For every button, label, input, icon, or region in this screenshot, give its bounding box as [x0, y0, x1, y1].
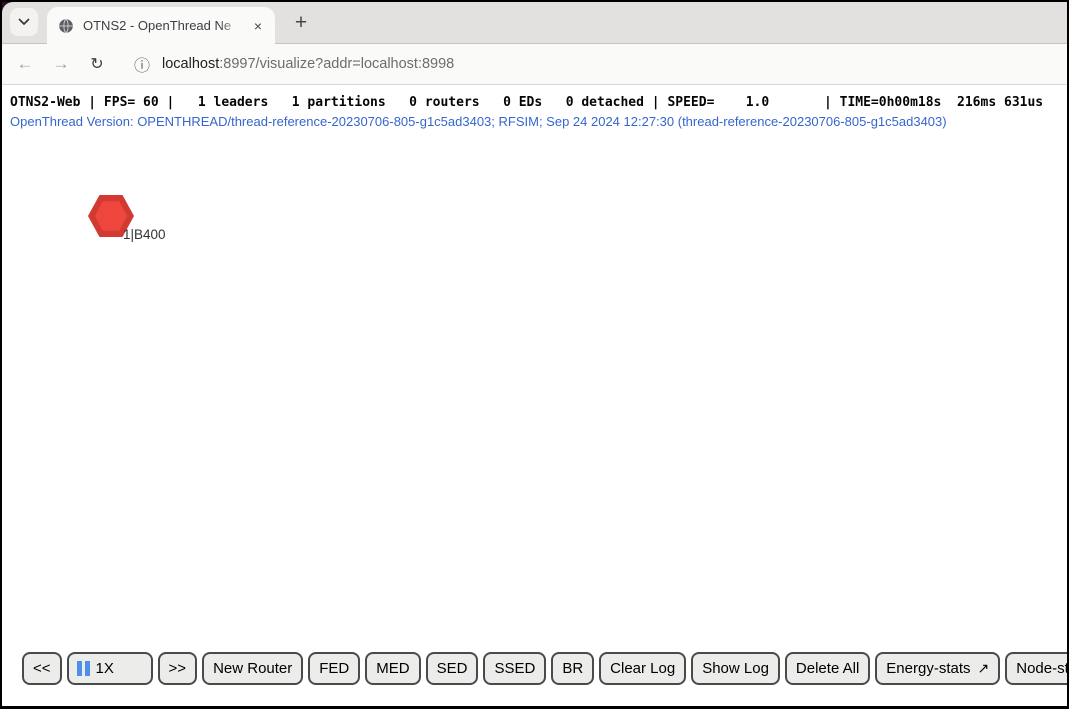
speed-button[interactable]: 1X	[67, 652, 153, 685]
delete-all-button[interactable]: Delete All	[785, 652, 870, 685]
address-bar[interactable]: ⓘ localhost:8997/visualize?addr=localhos…	[134, 52, 454, 76]
reload-icon[interactable]: ↻	[86, 54, 108, 74]
med-button[interactable]: MED	[365, 652, 420, 685]
step-forward-button[interactable]: >>	[158, 652, 198, 685]
external-link-icon: ↗	[978, 660, 990, 677]
url-host: localhost	[162, 56, 219, 72]
tab-search-button[interactable]	[10, 8, 38, 36]
browser-window: OTNS2 - OpenThread Ne × + ← → ↻ ⓘ localh…	[0, 0, 1069, 709]
show-log-button[interactable]: Show Log	[691, 652, 780, 685]
back-icon[interactable]: ←	[14, 54, 36, 74]
clear-log-button[interactable]: Clear Log	[599, 652, 686, 685]
energy-stats-label: Energy-stats	[886, 660, 970, 677]
tab-strip: OTNS2 - OpenThread Ne × +	[2, 2, 1067, 44]
new-router-button[interactable]: New Router	[202, 652, 303, 685]
node-stats-label: Node-stats	[1016, 660, 1069, 677]
new-tab-button[interactable]: +	[286, 8, 316, 38]
chevron-down-icon	[18, 13, 30, 31]
simulator-canvas: OTNS2-Web | FPS= 60 | 1 leaders 1 partit…	[2, 85, 1067, 705]
speed-label: 1X	[96, 660, 114, 677]
fed-button[interactable]: FED	[308, 652, 360, 685]
tab-otns2[interactable]: OTNS2 - OpenThread Ne ×	[47, 7, 275, 44]
globe-favicon-icon	[58, 18, 74, 34]
simulation-toolbar: << 1X >> New Router FED MED SED SSED BR …	[22, 652, 1069, 685]
ssed-button[interactable]: SSED	[483, 652, 546, 685]
tab-close-icon[interactable]: ×	[249, 18, 267, 34]
browser-toolbar: ← → ↻ ⓘ localhost:8997/visualize?addr=lo…	[2, 44, 1067, 85]
node-stats-button[interactable]: Node-stats ↗	[1005, 652, 1069, 685]
sed-button[interactable]: SED	[426, 652, 479, 685]
step-back-button[interactable]: <<	[22, 652, 62, 685]
forward-icon[interactable]: →	[50, 54, 72, 74]
br-button[interactable]: BR	[551, 652, 594, 685]
pause-icon	[77, 661, 90, 676]
url-path: :8997/visualize?addr=localhost:8998	[219, 56, 454, 72]
energy-stats-button[interactable]: Energy-stats ↗	[875, 652, 1000, 685]
tab-title: OTNS2 - OpenThread Ne	[83, 18, 249, 33]
status-line: OTNS2-Web | FPS= 60 | 1 leaders 1 partit…	[10, 94, 1067, 111]
version-line: OpenThread Version: OPENTHREAD/thread-re…	[10, 114, 1067, 129]
info-icon[interactable]: ⓘ	[134, 52, 150, 76]
node-label: 1|B400	[123, 227, 166, 242]
